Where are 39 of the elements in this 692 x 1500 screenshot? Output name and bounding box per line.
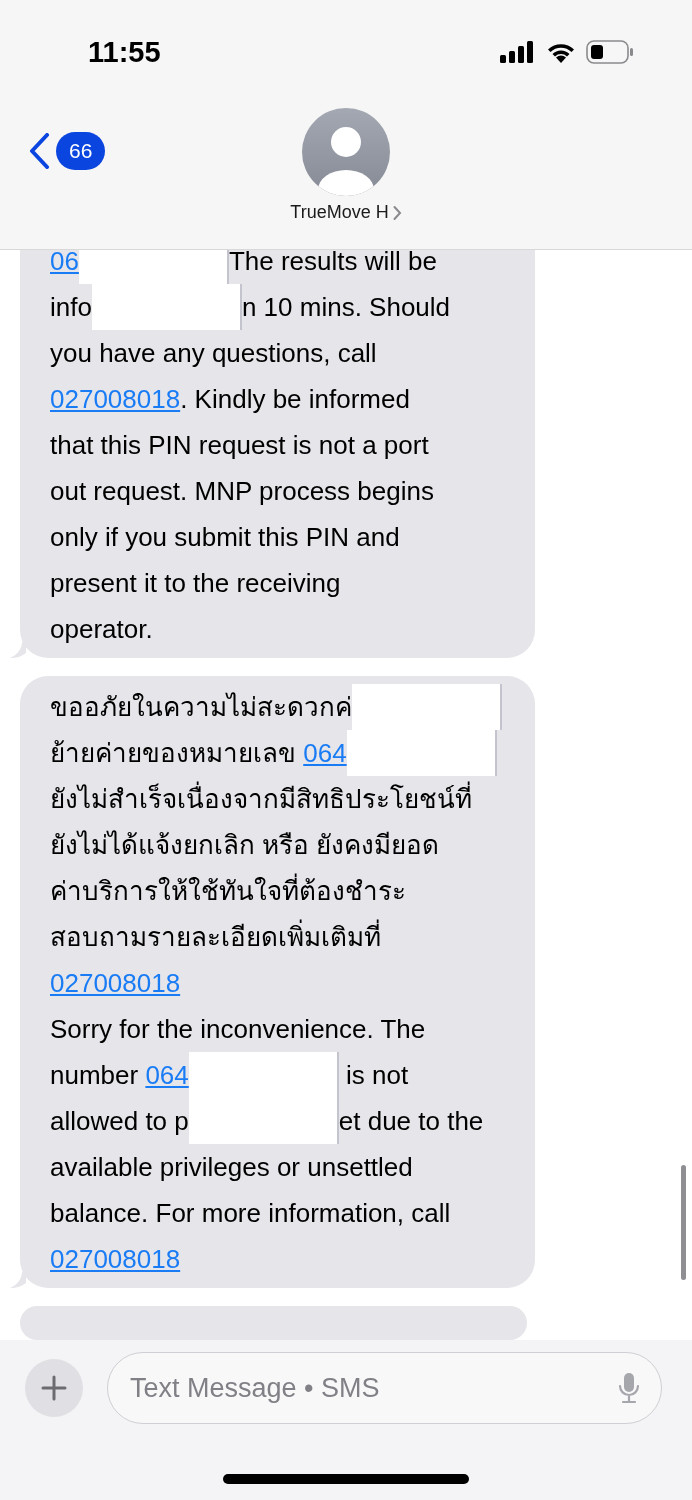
message-text: operator. <box>50 613 154 646</box>
message-text: ย้ายค่ายของหมายเลข 064 <box>50 730 505 776</box>
message-text: number 064 is not <box>50 1052 505 1098</box>
unread-count-badge: 66 <box>56 132 106 170</box>
message-text: available privileges or unsettled <box>50 1151 414 1184</box>
message-text: ขออภัยในความไม่สะดวกค่ <box>50 684 505 730</box>
message-text: you have any questions, call <box>50 337 378 370</box>
message-text: 027008018. Kindly be informed <box>50 383 411 416</box>
message-text: present it to the receiving <box>50 567 342 600</box>
status-time: 11:55 <box>88 35 161 69</box>
phone-link[interactable]: 027008018 <box>50 384 181 414</box>
phone-link[interactable]: 027008018 <box>50 968 181 998</box>
message-text: info n 10 mins. Should <box>50 284 505 330</box>
contact-name[interactable]: TrueMove H <box>290 202 402 223</box>
back-chevron-icon <box>28 133 50 169</box>
message-text: 06 The results will be <box>50 250 505 284</box>
message-input-field[interactable]: Text Message • SMS <box>107 1352 662 1424</box>
message-text: balance. For more information, call <box>50 1197 452 1230</box>
chevron-icon <box>392 204 402 221</box>
wifi-icon <box>546 41 576 63</box>
message-text: ยังไม่สำเร็จเนื่องจากมีสิทธิประโยชน์ที่ <box>50 776 505 822</box>
message-text: that this PIN request is not a port <box>50 429 430 462</box>
signal-icon <box>500 41 536 63</box>
phone-link[interactable]: 064 <box>145 1060 189 1090</box>
message-text: allowed to p et due to the <box>50 1098 505 1144</box>
plus-icon <box>41 1375 67 1401</box>
message-text: out request. MNP process begins <box>50 475 435 508</box>
phone-link[interactable]: 027008018 <box>50 1244 181 1274</box>
message-text: only if you submit this PIN and <box>50 521 401 554</box>
message-text: สอบถามรายละเอียดเพิ่มเติมที่ <box>50 914 505 960</box>
message-text: ค่าบริการให้ใช้ทันใจที่ต้องชำระ <box>50 868 505 914</box>
back-button[interactable]: 66 <box>28 132 106 170</box>
phone-link[interactable]: 064 <box>303 738 347 768</box>
battery-icon <box>586 40 634 64</box>
message-text: Sorry for the inconvenience. The <box>50 1013 427 1046</box>
avatar-icon[interactable] <box>302 108 390 196</box>
message-text: ยังไม่ได้แจ้งยกเลิก หรือ ยังคงมียอด <box>50 829 441 862</box>
microphone-icon[interactable] <box>618 1372 640 1404</box>
phone-link[interactable]: 06 <box>50 250 79 276</box>
